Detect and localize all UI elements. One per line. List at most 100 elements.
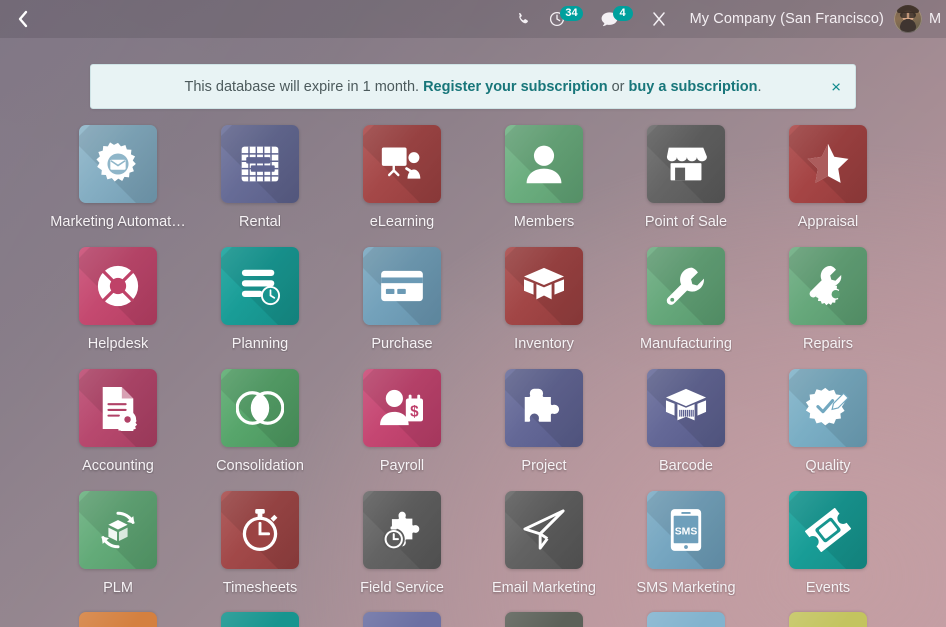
app-tile-partial[interactable] <box>47 612 189 627</box>
activities-badge: 34 <box>560 5 583 21</box>
app-label: Rental <box>239 214 281 230</box>
credit-card-icon <box>363 247 441 325</box>
app-label: Manufacturing <box>640 336 732 352</box>
app-tile-partial[interactable] <box>473 612 615 627</box>
tools-button[interactable] <box>642 0 676 38</box>
app-tile-email-marketing[interactable]: Email Marketing <box>473 491 615 613</box>
messaging-button[interactable]: 4 <box>592 0 642 38</box>
wrench-icon <box>647 247 725 325</box>
app-tile-events[interactable]: Events <box>757 491 899 613</box>
app-tile-appraisal[interactable]: Appraisal <box>757 125 899 247</box>
app-tile-manufacturing[interactable]: Manufacturing <box>615 247 757 369</box>
banner-prefix: This database will expire in 1 month. <box>184 78 424 95</box>
whiteboard-presenter-icon <box>363 125 441 203</box>
apps-grid: Marketing Automat… Rental eLearning Members… <box>0 109 946 613</box>
user-name: Mit <box>929 11 942 27</box>
app-tile-plm[interactable]: PLM <box>47 491 189 613</box>
app-label: Quality <box>805 458 851 474</box>
app-tile-payroll[interactable]: $ Payroll <box>331 369 473 491</box>
activities-button[interactable]: 34 <box>540 0 591 38</box>
back-button[interactable] <box>6 2 40 36</box>
phone-button[interactable] <box>507 0 540 38</box>
app-tile-members[interactable]: Members <box>473 125 615 247</box>
app-tile-elearning[interactable]: eLearning <box>331 125 473 247</box>
app-label: Point of Sale <box>644 214 728 230</box>
phone-sms-icon: SMS <box>647 491 725 569</box>
app-tile-rental[interactable]: Rental <box>189 125 331 247</box>
app-tile-helpdesk[interactable]: Helpdesk <box>47 247 189 369</box>
app-label: PLM <box>103 580 133 596</box>
app-tile-consolidation[interactable]: Consolidation <box>189 369 331 491</box>
app-label: Email Marketing <box>492 580 596 596</box>
phone-icon <box>516 12 531 27</box>
app-tile-quality[interactable]: Quality <box>757 369 899 491</box>
user-menu[interactable]: Mit <box>894 5 942 33</box>
app-label: Helpdesk <box>87 336 149 352</box>
app-label: Field Service <box>360 580 444 596</box>
app-label: SMS Marketing <box>636 580 736 596</box>
app-label: Marketing Automat… <box>50 214 186 230</box>
chevron-left-icon <box>16 9 30 29</box>
partial-tile-gray <box>505 612 583 627</box>
company-selector[interactable]: My Company (San Francisco) <box>676 11 894 27</box>
app-tile-repairs[interactable]: Repairs <box>757 247 899 369</box>
ticket-icon <box>789 491 867 569</box>
wrench-gear-icon <box>789 247 867 325</box>
app-tile-planning[interactable]: Planning <box>189 247 331 369</box>
app-label: Payroll <box>379 458 425 474</box>
puzzle-stopwatch-icon <box>363 491 441 569</box>
close-icon[interactable]: × <box>831 78 841 95</box>
venn-circles-icon <box>221 369 299 447</box>
app-tile-field-service[interactable]: Field Service <box>331 491 473 613</box>
app-label: Consolidation <box>216 458 304 474</box>
app-tile-partial[interactable] <box>757 612 899 627</box>
partial-tile-indigo <box>363 612 441 627</box>
apps-grid-partial-row <box>0 612 946 627</box>
app-tile-sms-marketing[interactable]: SMS SMS Marketing <box>615 491 757 613</box>
shop-icon <box>647 125 725 203</box>
app-label: Barcode <box>658 458 713 474</box>
app-tile-project[interactable]: Project <box>473 369 615 491</box>
stopwatch-icon <box>221 491 299 569</box>
app-label: Inventory <box>514 336 574 352</box>
gear-envelope-icon <box>79 125 157 203</box>
open-box-icon <box>505 247 583 325</box>
app-label: Members <box>513 214 575 230</box>
app-label: Timesheets <box>222 580 298 596</box>
app-label: eLearning <box>369 214 435 230</box>
partial-tile-olive <box>789 612 867 627</box>
svg-text:$: $ <box>410 404 419 421</box>
app-tile-barcode[interactable]: Barcode <box>615 369 757 491</box>
avatar <box>894 5 922 33</box>
database-expiration-banner: This database will expire in 1 month. Re… <box>90 64 856 109</box>
app-tile-partial[interactable] <box>189 612 331 627</box>
svg-text:SMS: SMS <box>675 526 698 537</box>
banner-container: This database will expire in 1 month. Re… <box>0 38 946 109</box>
app-tile-partial[interactable] <box>615 612 757 627</box>
app-tile-partial[interactable] <box>331 612 473 627</box>
banner-suffix: . <box>757 78 762 95</box>
app-tile-accounting[interactable]: Accounting <box>47 369 189 491</box>
app-tile-purchase[interactable]: Purchase <box>331 247 473 369</box>
app-tile-point-of-sale[interactable]: Point of Sale <box>615 125 757 247</box>
lifebuoy-icon <box>79 247 157 325</box>
buy-subscription-link[interactable]: buy a subscription <box>629 79 758 95</box>
app-label: Project <box>521 458 567 474</box>
app-tile-marketing-automat[interactable]: Marketing Automat… <box>47 125 189 247</box>
badge-pencil-icon <box>789 369 867 447</box>
partial-tile-teal <box>221 612 299 627</box>
cube-refresh-icon <box>79 491 157 569</box>
app-label: Events <box>805 580 851 596</box>
app-label: Accounting <box>82 458 154 474</box>
app-label: Purchase <box>371 336 433 352</box>
shears-tools-icon <box>651 11 667 27</box>
puzzle-piece-icon <box>505 369 583 447</box>
banner-middle: or <box>607 78 629 95</box>
app-tile-timesheets[interactable]: Timesheets <box>189 491 331 613</box>
document-gear-icon <box>79 369 157 447</box>
app-tile-inventory[interactable]: Inventory <box>473 247 615 369</box>
register-subscription-link[interactable]: Register your subscription <box>423 79 608 95</box>
partial-tile-blue <box>647 612 725 627</box>
partial-tile-orange <box>79 612 157 627</box>
person-dollar-icon: $ <box>363 369 441 447</box>
